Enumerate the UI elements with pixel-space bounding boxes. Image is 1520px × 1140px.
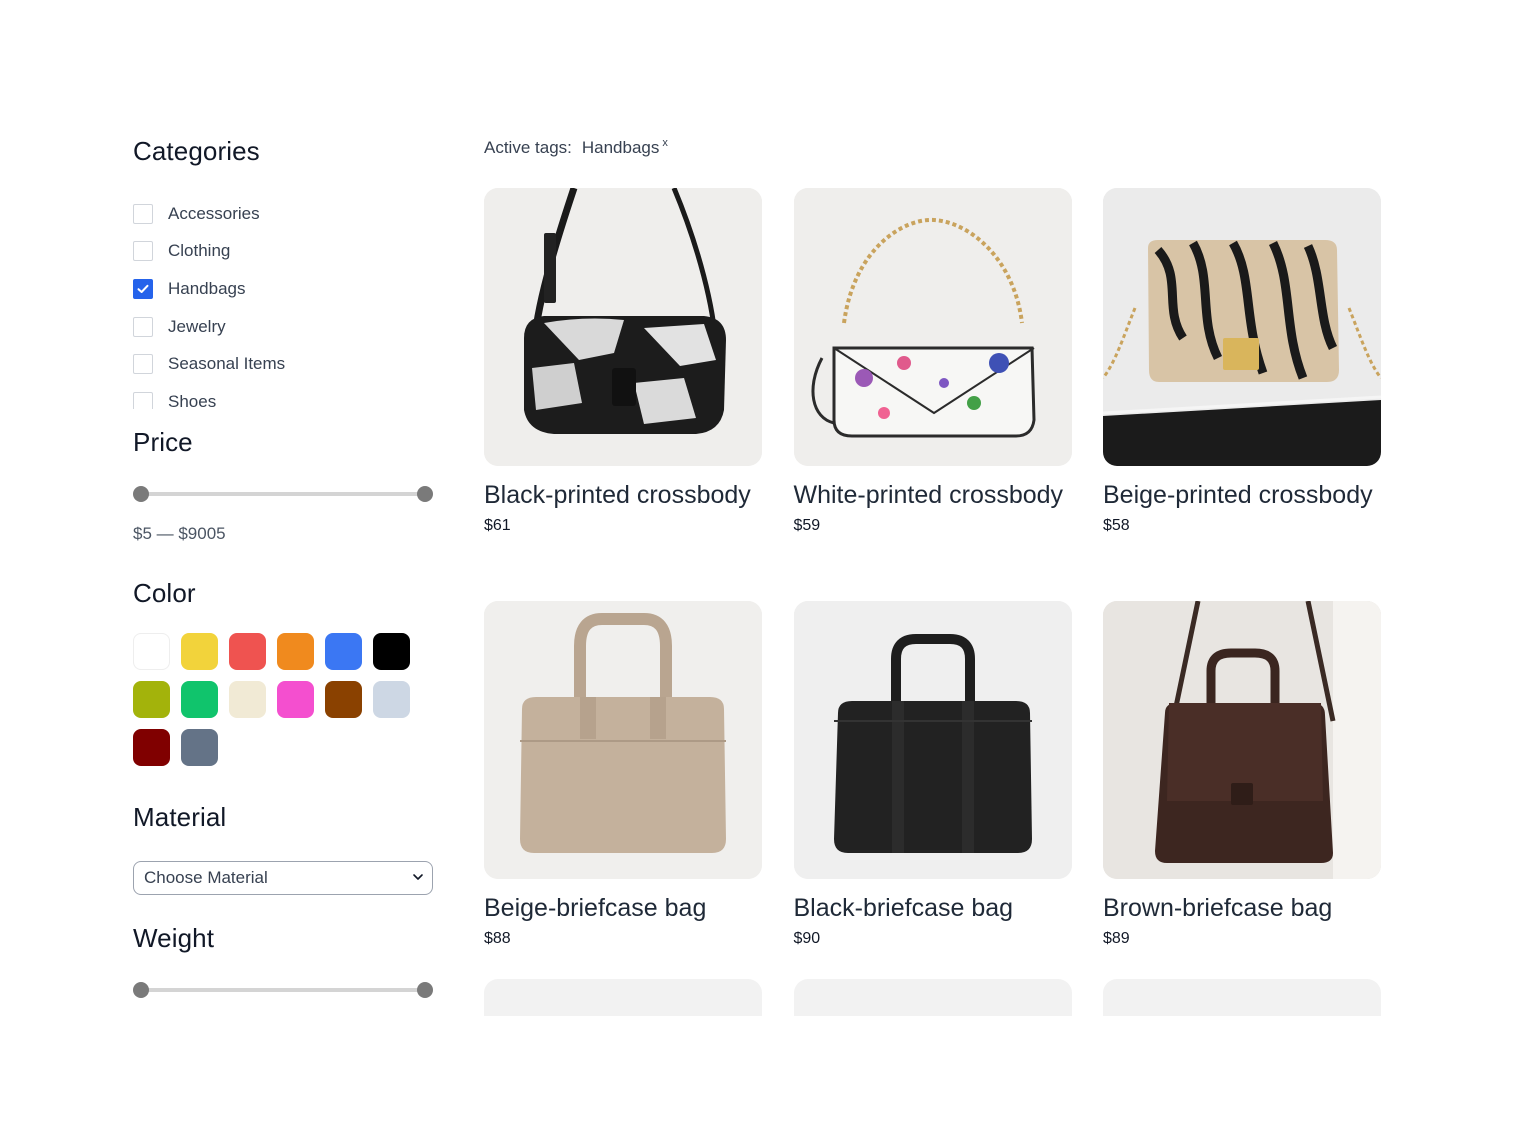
- price-range-text: $5 — $9005: [133, 524, 226, 543]
- checkmark-icon: [137, 284, 149, 293]
- product-card-placeholder: [484, 979, 762, 1016]
- categories-title: Categories: [133, 136, 260, 166]
- product-card[interactable]: Black-printed crossbody $61: [484, 188, 762, 601]
- product-price: $88: [484, 930, 511, 947]
- chevron-down-icon: [413, 874, 423, 880]
- checkbox-accessories[interactable]: [133, 203, 153, 224]
- product-card[interactable]: Brown-briefcase bag $89: [1103, 601, 1381, 979]
- category-handbags[interactable]: Handbags: [133, 270, 433, 308]
- price-min-handle[interactable]: [133, 486, 149, 502]
- category-label: Jewelry: [168, 316, 226, 336]
- price-title: Price: [133, 427, 193, 457]
- category-jewelry[interactable]: Jewelry: [133, 308, 433, 346]
- product-image[interactable]: [484, 188, 762, 466]
- color-swatch-cream[interactable]: [229, 681, 266, 718]
- product-image[interactable]: [484, 601, 762, 879]
- weight-range-slider[interactable]: [133, 978, 433, 1002]
- product-name[interactable]: Beige-printed crossbody: [1103, 478, 1381, 513]
- material-select-value: Choose Material: [144, 868, 268, 887]
- product-image[interactable]: [793, 188, 1072, 466]
- zebra-print-crossbody-icon: [1103, 188, 1381, 466]
- floral-white-crossbody-icon: [793, 188, 1072, 466]
- category-label: Clothing: [168, 241, 231, 261]
- product-price: $61: [484, 517, 511, 534]
- color-swatch-light-blue[interactable]: [373, 681, 410, 718]
- category-shoes[interactable]: Shoes: [133, 383, 433, 409]
- product-grid: Black-printed crossbody $61 White-printe…: [484, 188, 1381, 1016]
- categories-list: Accessories Clothing Handbags Jewelry Se…: [133, 195, 433, 409]
- weight-max-handle[interactable]: [417, 982, 433, 998]
- product-card[interactable]: Beige-printed crossbody $58: [1103, 188, 1381, 601]
- active-tags-label: Active tags:: [484, 138, 572, 157]
- color-swatch-blue[interactable]: [325, 633, 362, 670]
- black-white-print-crossbody-icon: [484, 188, 762, 466]
- product-price: $58: [1103, 517, 1130, 534]
- product-name[interactable]: Black-printed crossbody: [484, 478, 762, 513]
- material-select[interactable]: Choose Material: [133, 861, 433, 895]
- checkbox-shoes[interactable]: [133, 391, 153, 409]
- product-price: $90: [793, 930, 821, 947]
- remove-tag-icon[interactable]: x: [662, 138, 668, 149]
- color-swatch-black[interactable]: [373, 633, 410, 670]
- color-swatches: [133, 633, 433, 766]
- checkbox-clothing[interactable]: [133, 241, 153, 262]
- product-card[interactable]: Beige-briefcase bag $88: [484, 601, 762, 979]
- tag-handbags[interactable]: Handbags x: [582, 138, 668, 158]
- product-card-placeholder: [793, 979, 1072, 1016]
- color-swatch-brown[interactable]: [325, 681, 362, 718]
- product-price: $59: [793, 517, 821, 534]
- tag-label: Handbags: [581, 138, 660, 157]
- price-max-handle[interactable]: [417, 486, 433, 502]
- category-seasonal-items[interactable]: Seasonal Items: [133, 345, 433, 383]
- active-tags-bar: Active tags: Handbags x: [484, 138, 1384, 158]
- color-swatch-slate[interactable]: [181, 729, 218, 766]
- product-image[interactable]: [1103, 188, 1381, 466]
- weight-min-handle[interactable]: [133, 982, 149, 998]
- color-swatch-orange[interactable]: [277, 633, 314, 670]
- black-briefcase-icon: [793, 601, 1072, 879]
- beige-briefcase-icon: [484, 601, 762, 879]
- price-range-slider[interactable]: [133, 482, 433, 506]
- price-slider-track: [141, 492, 425, 496]
- product-name[interactable]: Black-briefcase bag: [794, 891, 1072, 926]
- color-swatch-yellow[interactable]: [181, 633, 218, 670]
- product-card[interactable]: Black-briefcase bag $90: [793, 601, 1072, 979]
- category-label: Accessories: [168, 203, 260, 223]
- product-name[interactable]: Brown-briefcase bag: [1103, 891, 1381, 926]
- product-card-placeholder: [1103, 979, 1381, 1016]
- color-swatch-red[interactable]: [229, 633, 266, 670]
- product-name[interactable]: Beige-briefcase bag: [484, 891, 762, 926]
- color-swatch-olive[interactable]: [133, 681, 170, 718]
- weight-title: Weight: [133, 923, 215, 953]
- category-accessories[interactable]: Accessories: [133, 195, 433, 233]
- brown-briefcase-icon: [1103, 601, 1381, 879]
- category-label: Handbags: [168, 278, 246, 298]
- category-label: Shoes: [168, 391, 217, 409]
- color-swatch-white[interactable]: [133, 633, 170, 670]
- material-title: Material: [133, 802, 227, 832]
- color-swatch-green[interactable]: [181, 681, 218, 718]
- product-price: $89: [1103, 930, 1130, 947]
- checkbox-jewelry[interactable]: [133, 316, 153, 337]
- checkbox-handbags[interactable]: [133, 278, 153, 299]
- product-image[interactable]: [793, 601, 1072, 879]
- weight-slider-track: [141, 988, 425, 992]
- category-label: Seasonal Items: [168, 354, 286, 374]
- color-swatch-maroon[interactable]: [133, 729, 170, 766]
- checkbox-seasonal-items[interactable]: [133, 354, 153, 375]
- product-image[interactable]: [1103, 601, 1381, 879]
- color-swatch-pink[interactable]: [277, 681, 314, 718]
- product-card[interactable]: White-printed crossbody $59: [793, 188, 1072, 601]
- product-name[interactable]: White-printed crossbody: [794, 478, 1072, 513]
- color-title: Color: [133, 578, 196, 608]
- product-listing: Active tags: Handbags x Black-printed cr…: [484, 138, 1384, 1016]
- category-clothing[interactable]: Clothing: [133, 233, 433, 271]
- filters-sidebar: Categories Accessories Clothing Handbags…: [133, 136, 433, 1002]
